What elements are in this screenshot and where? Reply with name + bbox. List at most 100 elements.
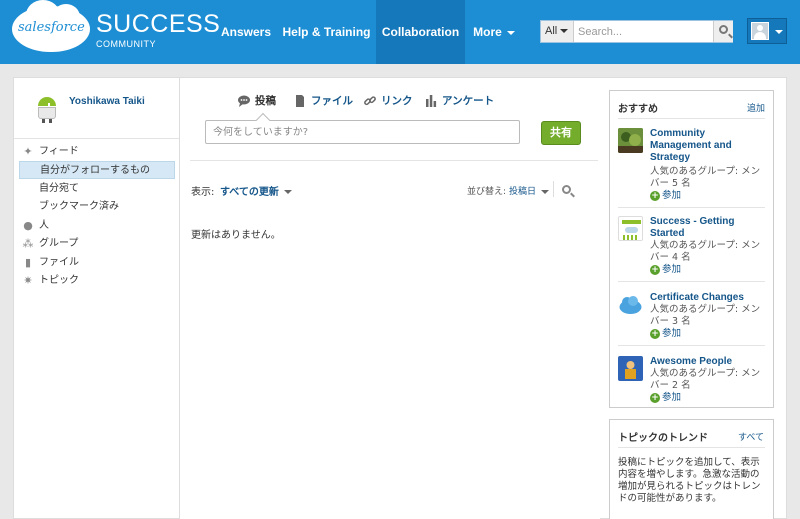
- sidebar-item-bookmarked[interactable]: ブックマーク済み: [19, 198, 175, 216]
- profile-avatar[interactable]: [32, 94, 62, 124]
- divider: [190, 160, 598, 161]
- nav-label: Help & Training: [282, 25, 371, 39]
- recommendations-add-link[interactable]: 追加: [747, 101, 765, 114]
- chevron-down-icon: [283, 190, 292, 194]
- sidebar-item-files[interactable]: ▮ ファイル: [19, 254, 175, 272]
- sidebar-item-label: ファイル: [39, 257, 79, 268]
- trending-description: 投稿にトピックを追加して、表示内容を増やします。急激な活動の増加が見られるトピッ…: [618, 457, 761, 504]
- sort-dropdown[interactable]: 投稿日: [509, 184, 550, 197]
- sidebar-item-label: 自分がフォローするもの: [40, 165, 150, 176]
- trending-title: トピックのトレンド: [618, 433, 708, 444]
- divider: [553, 181, 554, 197]
- group-photo-icon: [618, 356, 643, 381]
- getting-started-icon: [622, 220, 641, 240]
- tab-file[interactable]: ファイル: [294, 94, 353, 108]
- poll-icon: [426, 95, 437, 107]
- brand-title[interactable]: SUCCESS: [96, 10, 220, 39]
- search-input[interactable]: [576, 22, 711, 41]
- join-label: 参加: [662, 190, 682, 201]
- user-menu[interactable]: [747, 18, 787, 44]
- chevron-down-icon: [775, 30, 783, 34]
- group-thumbnail[interactable]: [618, 292, 643, 317]
- left-sidebar: Yoshikawa Taiki ✦ フィード 自分がフォローするもの 自分宛て …: [13, 77, 180, 519]
- topic-icon: ✷: [23, 274, 33, 287]
- group-meta: 人気のあるグループ: メンバー 5 名: [650, 166, 761, 189]
- sidebar-item-label: 人: [39, 220, 49, 231]
- sort-value: 投稿日: [509, 187, 537, 197]
- sort-label: 並び替え:: [467, 187, 507, 197]
- feed-icon: ✦: [23, 145, 33, 158]
- sidebar-item-following[interactable]: 自分がフォローするもの: [19, 161, 175, 179]
- join-label: 参加: [662, 264, 682, 275]
- chevron-down-icon: [560, 29, 569, 34]
- nav-answers[interactable]: Answers: [216, 0, 276, 64]
- tab-link[interactable]: リンク: [364, 94, 413, 108]
- chevron-down-icon: [506, 30, 515, 35]
- sidebar-item-groups[interactable]: ⁂ グループ: [19, 235, 175, 253]
- share-button[interactable]: 共有: [541, 121, 581, 145]
- sidebar-item-to-me[interactable]: 自分宛て: [19, 180, 175, 198]
- divider: [618, 207, 765, 208]
- file-icon: [296, 95, 304, 107]
- filter-label: 表示:: [191, 187, 215, 198]
- join-button[interactable]: + 参加: [650, 190, 681, 202]
- group-name-link[interactable]: Success - Getting Started: [650, 216, 768, 240]
- nav-label: Collaboration: [381, 25, 460, 39]
- tab-poll[interactable]: アンケート: [425, 94, 494, 108]
- plus-icon: +: [650, 393, 660, 403]
- plus-icon: +: [650, 191, 660, 201]
- sidebar-item-feed[interactable]: ✦ フィード: [19, 143, 175, 161]
- avatar: [751, 22, 769, 40]
- person-icon: ●: [23, 219, 33, 232]
- group-thumbnail[interactable]: [618, 128, 643, 153]
- profile-name[interactable]: Yoshikawa Taiki: [69, 96, 145, 107]
- post-input[interactable]: [205, 120, 520, 144]
- join-button[interactable]: + 参加: [650, 328, 681, 340]
- join-button[interactable]: + 参加: [650, 392, 681, 404]
- trending-all-link[interactable]: すべて: [738, 430, 764, 443]
- group-meta: 人気のあるグループ: メンバー 2 名: [650, 368, 761, 391]
- divider: [618, 118, 765, 119]
- join-button[interactable]: + 参加: [650, 264, 681, 276]
- android-icon: [38, 97, 58, 106]
- feed-filter-value: すべての更新: [220, 187, 279, 198]
- cloud-icon: [618, 292, 643, 317]
- group-thumbnail[interactable]: [618, 356, 643, 381]
- nav-help-training[interactable]: Help & Training: [279, 0, 374, 64]
- empty-feed-message: 更新はありません。: [191, 230, 281, 241]
- group-icon: ⁂: [22, 237, 34, 250]
- feed-filter-dropdown[interactable]: すべての更新: [220, 183, 292, 198]
- tab-post[interactable]: 投稿: [238, 94, 276, 108]
- nav-collaboration[interactable]: Collaboration: [376, 0, 465, 64]
- sidebar-item-people[interactable]: ● 人: [19, 217, 175, 235]
- file-icon: ▮: [24, 256, 32, 269]
- tab-label: 投稿: [255, 95, 276, 107]
- android-eyes: [48, 103, 58, 106]
- recommendations-panel: おすすめ 追加 Community Management and Strateg…: [609, 90, 774, 408]
- group-meta: 人気のあるグループ: メンバー 4 名: [650, 240, 761, 263]
- right-sidebar: おすすめ 追加 Community Management and Strateg…: [600, 77, 787, 519]
- divider: [618, 281, 765, 282]
- sidebar-item-label: 自分宛て: [39, 183, 79, 194]
- nav-more[interactable]: More: [466, 0, 522, 64]
- top-header: salesforce SUCCESS COMMUNITY Answers Hel…: [0, 0, 800, 64]
- sidebar-item-label: ブックマーク済み: [39, 201, 119, 212]
- search-icon: [719, 25, 728, 34]
- sidebar-item-topics[interactable]: ✷ トピック: [19, 272, 175, 290]
- group-name-link[interactable]: Awesome People: [650, 356, 768, 368]
- nav-label: Answers: [220, 25, 272, 39]
- divider: [618, 345, 765, 346]
- plus-icon: +: [650, 265, 660, 275]
- group-name-link[interactable]: Certificate Changes: [650, 292, 768, 304]
- join-label: 参加: [662, 328, 682, 339]
- sidebar-item-label: トピック: [39, 275, 79, 286]
- tab-label: アンケート: [442, 95, 495, 107]
- join-label: 参加: [662, 392, 682, 403]
- search-icon[interactable]: [562, 185, 571, 194]
- divider: [14, 138, 179, 139]
- search-button[interactable]: [713, 21, 733, 42]
- group-thumbnail[interactable]: [618, 216, 643, 241]
- nav-label: More: [473, 25, 502, 39]
- group-name-link[interactable]: Community Management and Strategy: [650, 128, 768, 164]
- search-scope-select[interactable]: All: [541, 21, 574, 42]
